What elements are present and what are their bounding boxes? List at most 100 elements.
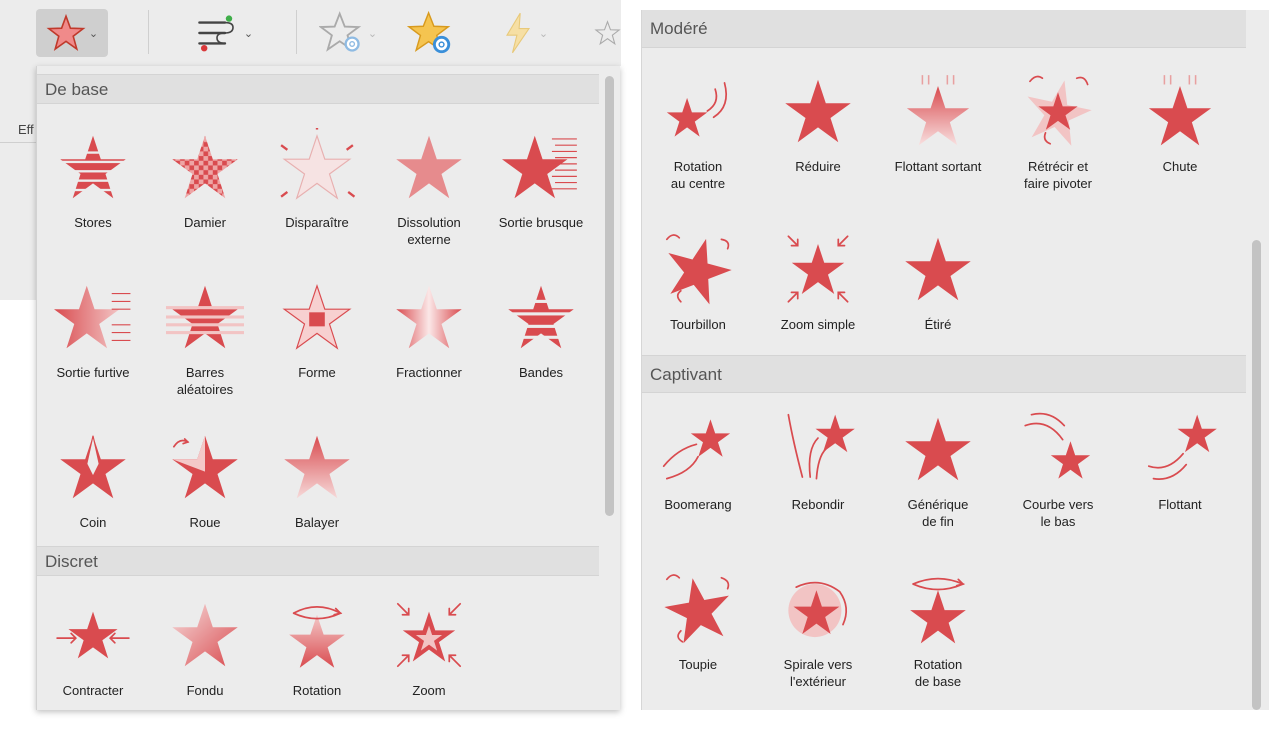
- effect-label: Rotation au centre: [670, 159, 726, 191]
- swirl-star-icon: [665, 234, 732, 305]
- wedge-star-icon: [60, 435, 126, 499]
- effect-tile[interactable]: Sortie brusque: [485, 128, 597, 268]
- effect-tile[interactable]: Réduire: [762, 72, 874, 212]
- exit-effect-button[interactable]: ⌄: [36, 9, 108, 57]
- effect-tile[interactable]: Damier: [149, 128, 261, 268]
- random-bars-star-icon: [166, 285, 244, 349]
- effect-label: Zoom: [412, 683, 446, 698]
- effect-label: Fondu: [186, 683, 224, 698]
- reorder-button[interactable]: [594, 9, 621, 57]
- zoom-star-icon: [396, 602, 462, 668]
- scrollbar[interactable]: [603, 74, 615, 522]
- effect-label: Damier: [184, 215, 226, 230]
- effect-label: Boomerang: [664, 497, 732, 512]
- toolbar-divider: [148, 10, 149, 54]
- effect-label: Forme: [298, 365, 336, 380]
- effect-tile[interactable]: Fondu: [149, 596, 261, 736]
- section-header-de-base: De base: [37, 74, 599, 104]
- shrink-turn-star-icon: [1027, 75, 1092, 146]
- animation-toolbar: ⌄ ⌄ ⌄ ⌄: [0, 0, 621, 66]
- effect-tile[interactable]: Rotation: [261, 596, 373, 736]
- effect-tile[interactable]: Sortie furtive: [37, 278, 149, 418]
- star-outline-icon: [594, 20, 621, 46]
- effect-label: Flottant: [1158, 497, 1202, 512]
- effect-tile[interactable]: Chute: [1124, 72, 1236, 212]
- spin-center-star-icon: [666, 82, 728, 137]
- wheel-star-icon: [172, 435, 238, 499]
- stretch-star-icon: [905, 237, 971, 301]
- scrollbar-thumb[interactable]: [605, 76, 614, 516]
- effect-tile[interactable]: Spirale vers l'extérieur: [762, 570, 874, 710]
- effect-label: Barres aléatoires: [176, 365, 234, 397]
- effect-label: Stores: [74, 215, 112, 230]
- effect-tile[interactable]: Barres aléatoires: [149, 278, 261, 418]
- effect-label: Générique de fin: [907, 497, 969, 529]
- effect-tile[interactable]: Générique de fin: [882, 410, 994, 550]
- chevron-down-icon: ⌄: [367, 27, 378, 40]
- effect-label: Bandes: [518, 365, 564, 380]
- checker-star-icon: [172, 135, 238, 199]
- effect-label: Disparaître: [285, 215, 349, 230]
- effect-tile[interactable]: Stores: [37, 128, 149, 268]
- effect-options-button[interactable]: ⌄: [312, 9, 384, 57]
- effect-tile[interactable]: Forme: [261, 278, 373, 418]
- effect-label: Réduire: [795, 159, 841, 174]
- effect-label: Dissolution externe: [397, 215, 461, 247]
- float-out-star-icon: [906, 75, 970, 146]
- effect-tile[interactable]: Zoom: [373, 596, 485, 736]
- ribbon-partial-label: Eff: [18, 122, 34, 137]
- effect-tile[interactable]: Dissolution externe: [373, 128, 485, 268]
- effect-label: Sortie furtive: [56, 365, 130, 380]
- effect-label: Spirale vers l'extérieur: [783, 657, 853, 689]
- effect-tile[interactable]: Toupie: [642, 570, 754, 710]
- stores-star-icon: [54, 135, 132, 199]
- effect-label: Roue: [189, 515, 221, 530]
- effect-tile[interactable]: Courbe vers le bas: [1002, 410, 1114, 550]
- effect-tile[interactable]: Étiré: [882, 230, 994, 370]
- effect-tile[interactable]: Rotation au centre: [642, 72, 754, 212]
- scrollbar-thumb[interactable]: [1252, 240, 1261, 710]
- effect-tile[interactable]: Tourbillon: [642, 230, 754, 370]
- chevron-down-icon: ⌄: [538, 27, 549, 40]
- effect-label: Tourbillon: [670, 317, 726, 332]
- trigger-button[interactable]: ⌄: [488, 9, 560, 57]
- effect-label: Coin: [79, 515, 107, 530]
- effect-tile[interactable]: Rotation de base: [882, 570, 994, 710]
- effect-tile[interactable]: Rebondir: [762, 410, 874, 550]
- effect-tile[interactable]: Roue: [149, 428, 261, 568]
- effect-label: Contracter: [62, 683, 124, 698]
- basic-zoom-star-icon: [787, 235, 849, 303]
- spiral-out-star-icon: [788, 581, 848, 638]
- motion-path-button[interactable]: ⌄: [185, 9, 261, 57]
- effect-tile[interactable]: Coin: [37, 428, 149, 568]
- effect-label: Flottant sortant: [894, 159, 982, 174]
- effect-label: Zoom simple: [780, 317, 856, 332]
- red-star-icon: [46, 13, 86, 51]
- fade-star-icon: [172, 603, 238, 667]
- credits-star-icon: [905, 417, 971, 481]
- peek-out-star-icon: [54, 285, 131, 349]
- ribbon-divider: [0, 142, 36, 143]
- effect-tile[interactable]: Flottant sortant: [882, 72, 994, 212]
- effect-label: Rotation de base: [913, 657, 963, 689]
- effect-label: Rétrécir et faire pivoter: [1024, 159, 1092, 191]
- effect-tile[interactable]: Zoom simple: [762, 230, 874, 370]
- effects-dropdown-panel: De base Discret Stores Damier Disparaître D…: [36, 66, 620, 710]
- boomerang-star-icon: [662, 419, 731, 480]
- effect-tile[interactable]: Fractionner: [373, 278, 485, 418]
- effect-tile[interactable]: Bandes: [485, 278, 597, 418]
- effect-tile[interactable]: Flottant: [1124, 410, 1236, 550]
- curve-down-star-icon: [1024, 412, 1091, 479]
- effect-tile[interactable]: Contracter: [37, 596, 149, 736]
- star-gear-outline-icon: [318, 11, 362, 52]
- disappear-star-icon: [280, 128, 356, 200]
- contract-star-icon: [56, 611, 130, 659]
- effect-tile[interactable]: Boomerang: [642, 410, 754, 550]
- effect-tile[interactable]: Balayer: [261, 428, 373, 568]
- wipe-star-icon: [284, 435, 350, 499]
- effect-tile[interactable]: Rétrécir et faire pivoter: [1002, 72, 1114, 212]
- fly-out-star-icon: [502, 135, 577, 199]
- effect-tile[interactable]: Disparaître: [261, 128, 373, 268]
- scrollbar[interactable]: [1250, 10, 1262, 710]
- animation-pane-button[interactable]: [402, 9, 460, 57]
